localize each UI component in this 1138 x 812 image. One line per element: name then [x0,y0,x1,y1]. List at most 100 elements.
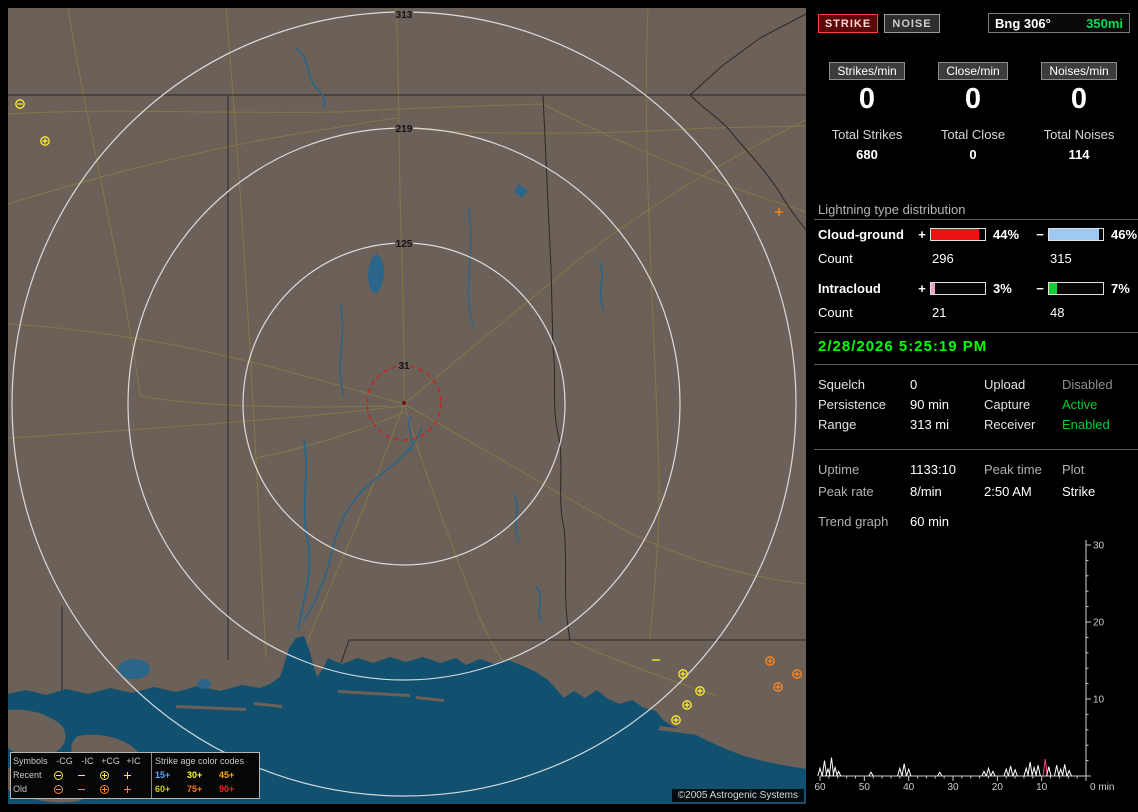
uptime-label: Uptime [818,462,860,477]
separator [814,332,1138,333]
age-code-75: 75+ [187,784,203,794]
copyright-text: ©2005 Astrogenic Systems [671,789,804,802]
plus-sign: + [918,280,926,296]
map-legend: Symbols -CG -IC +CG +IC Recent Old Strik… [10,752,260,799]
noise-toggle-button[interactable]: NOISE [884,14,940,33]
settings-row: Persistence 90 min Capture Active [818,397,1132,412]
svg-text:10: 10 [1036,782,1048,793]
intracloud-row: Intracloud + 3% − 7% [818,280,1138,296]
map-canvas[interactable]: 313 219 125 31 Symbols -CG -IC +CG +IC R… [8,8,806,804]
trend-axis-labels: 60 50 40 30 20 10 0 min 30 20 10 [814,541,1114,794]
cg-negative-count: 315 [1050,250,1072,266]
minus-sign: − [1036,280,1044,296]
cg-negative-bar [1048,227,1104,241]
plot-label: Plot [1062,462,1085,477]
squelch-value: 0 [910,377,918,392]
circle-minus-icon [53,784,76,795]
ic-negative-pct: 7% [1111,280,1130,296]
range-value: 313 mi [910,417,950,432]
age-code-45: 45+ [219,770,235,780]
circle-plus-icon [99,784,122,795]
capture-status: Active [1062,397,1098,412]
close-per-min-value: 0 [964,83,982,115]
ic-positive-bar-fill [931,282,935,294]
total-strikes-value: 680 [856,147,878,162]
intracloud-count-row: Count 21 48 [818,304,1138,320]
minus-icon [76,770,99,781]
capture-label: Capture [984,397,1031,412]
ic-positive-bar [930,281,986,295]
separator [814,364,1138,365]
circle-minus-icon [53,770,76,781]
ring-label-313: 313 [396,10,413,21]
legend-row-old-label: Old [13,784,28,794]
svg-text:30: 30 [1093,541,1105,552]
svg-text:50: 50 [859,782,871,793]
separator [814,449,1138,450]
svg-text:40: 40 [903,782,915,793]
cloud-ground-count-row: Count 296 315 [818,250,1138,266]
svg-text:20: 20 [992,782,1004,793]
plus-icon [122,770,145,781]
close-counter-column: Close/min 0 Total Close 0 [920,62,1026,162]
upload-label: Upload [984,377,1026,392]
legend-header-pos-ic: +IC [126,756,141,766]
svg-text:0 min: 0 min [1090,782,1114,793]
settings-row: Range 313 mi Receiver Enabled [818,417,1132,432]
distance-value: 350mi [1086,15,1123,31]
bearing-distance-readout: Bng 306° 350mi [988,13,1130,33]
ic-positive-count: 21 [932,304,947,320]
receiver-location-dot [402,401,406,405]
cg-positive-bar-fill [931,228,979,240]
uptime-value: 1133:10 [910,462,957,477]
stats-row: Peak rate 8/min 2:50 AM Strike [818,484,1132,499]
separator [814,219,1138,220]
minus-icon [76,784,99,795]
persistence-label: Persistence [818,397,886,412]
age-code-90: 90+ [219,784,235,794]
noises-per-min-label: Noises/min [1041,62,1117,80]
total-strikes-label: Total Strikes [831,127,903,142]
ic-negative-count: 48 [1050,304,1065,320]
total-noises-value: 114 [1068,147,1090,162]
ring-label-125: 125 [396,239,413,250]
close-per-min-label: Close/min [938,62,1008,80]
stats-row: Uptime 1133:10 Peak time Plot [818,462,1132,477]
noises-per-min-value: 0 [1070,83,1088,115]
ic-positive-pct: 3% [993,280,1012,296]
cloud-ground-label: Cloud-ground [818,226,904,242]
peak-rate-label: Peak rate [818,484,874,499]
legend-header-pos-cg: +CG [101,756,120,766]
trend-graph-label: Trend graph [818,514,889,529]
settings-row: Squelch 0 Upload Disabled [818,377,1132,392]
plus-sign: + [918,226,926,242]
strikes-per-min-label: Strikes/min [829,62,905,80]
svg-text:30: 30 [947,782,959,793]
persistence-value: 90 min [910,397,950,412]
legend-header-neg-ic: -IC [81,756,94,766]
total-close-label: Total Close [940,127,1006,142]
strike-toggle-button[interactable]: STRIKE [818,14,878,33]
legend-symbols-title: Symbols [13,756,48,766]
intracloud-label: Intracloud [818,280,881,296]
ic-negative-bar-fill [1049,282,1057,294]
cg-positive-bar [930,227,986,241]
legend-age-title: Strike age color codes [155,756,245,766]
legend-row-recent-label: Recent [13,770,42,780]
svg-text:60: 60 [814,782,826,793]
ic-negative-bar [1048,281,1104,295]
total-noises-label: Total Noises [1043,127,1115,142]
noises-counter-column: Noises/min 0 Total Noises 114 [1026,62,1132,162]
plot-value: Strike [1062,484,1096,499]
plus-icon [122,784,145,795]
upload-status: Disabled [1062,377,1113,392]
range-label: Range [818,417,857,432]
map-svg: 313 219 125 31 [8,8,806,804]
distribution-heading: Lightning type distribution [818,202,966,217]
legend-header-neg-cg: -CG [56,756,73,766]
svg-text:20: 20 [1093,618,1105,629]
bearing-value: Bng 306° [995,15,1051,31]
trend-window-value: 60 min [910,514,950,529]
age-code-60: 60+ [155,784,171,794]
receiver-label: Receiver [984,417,1036,432]
